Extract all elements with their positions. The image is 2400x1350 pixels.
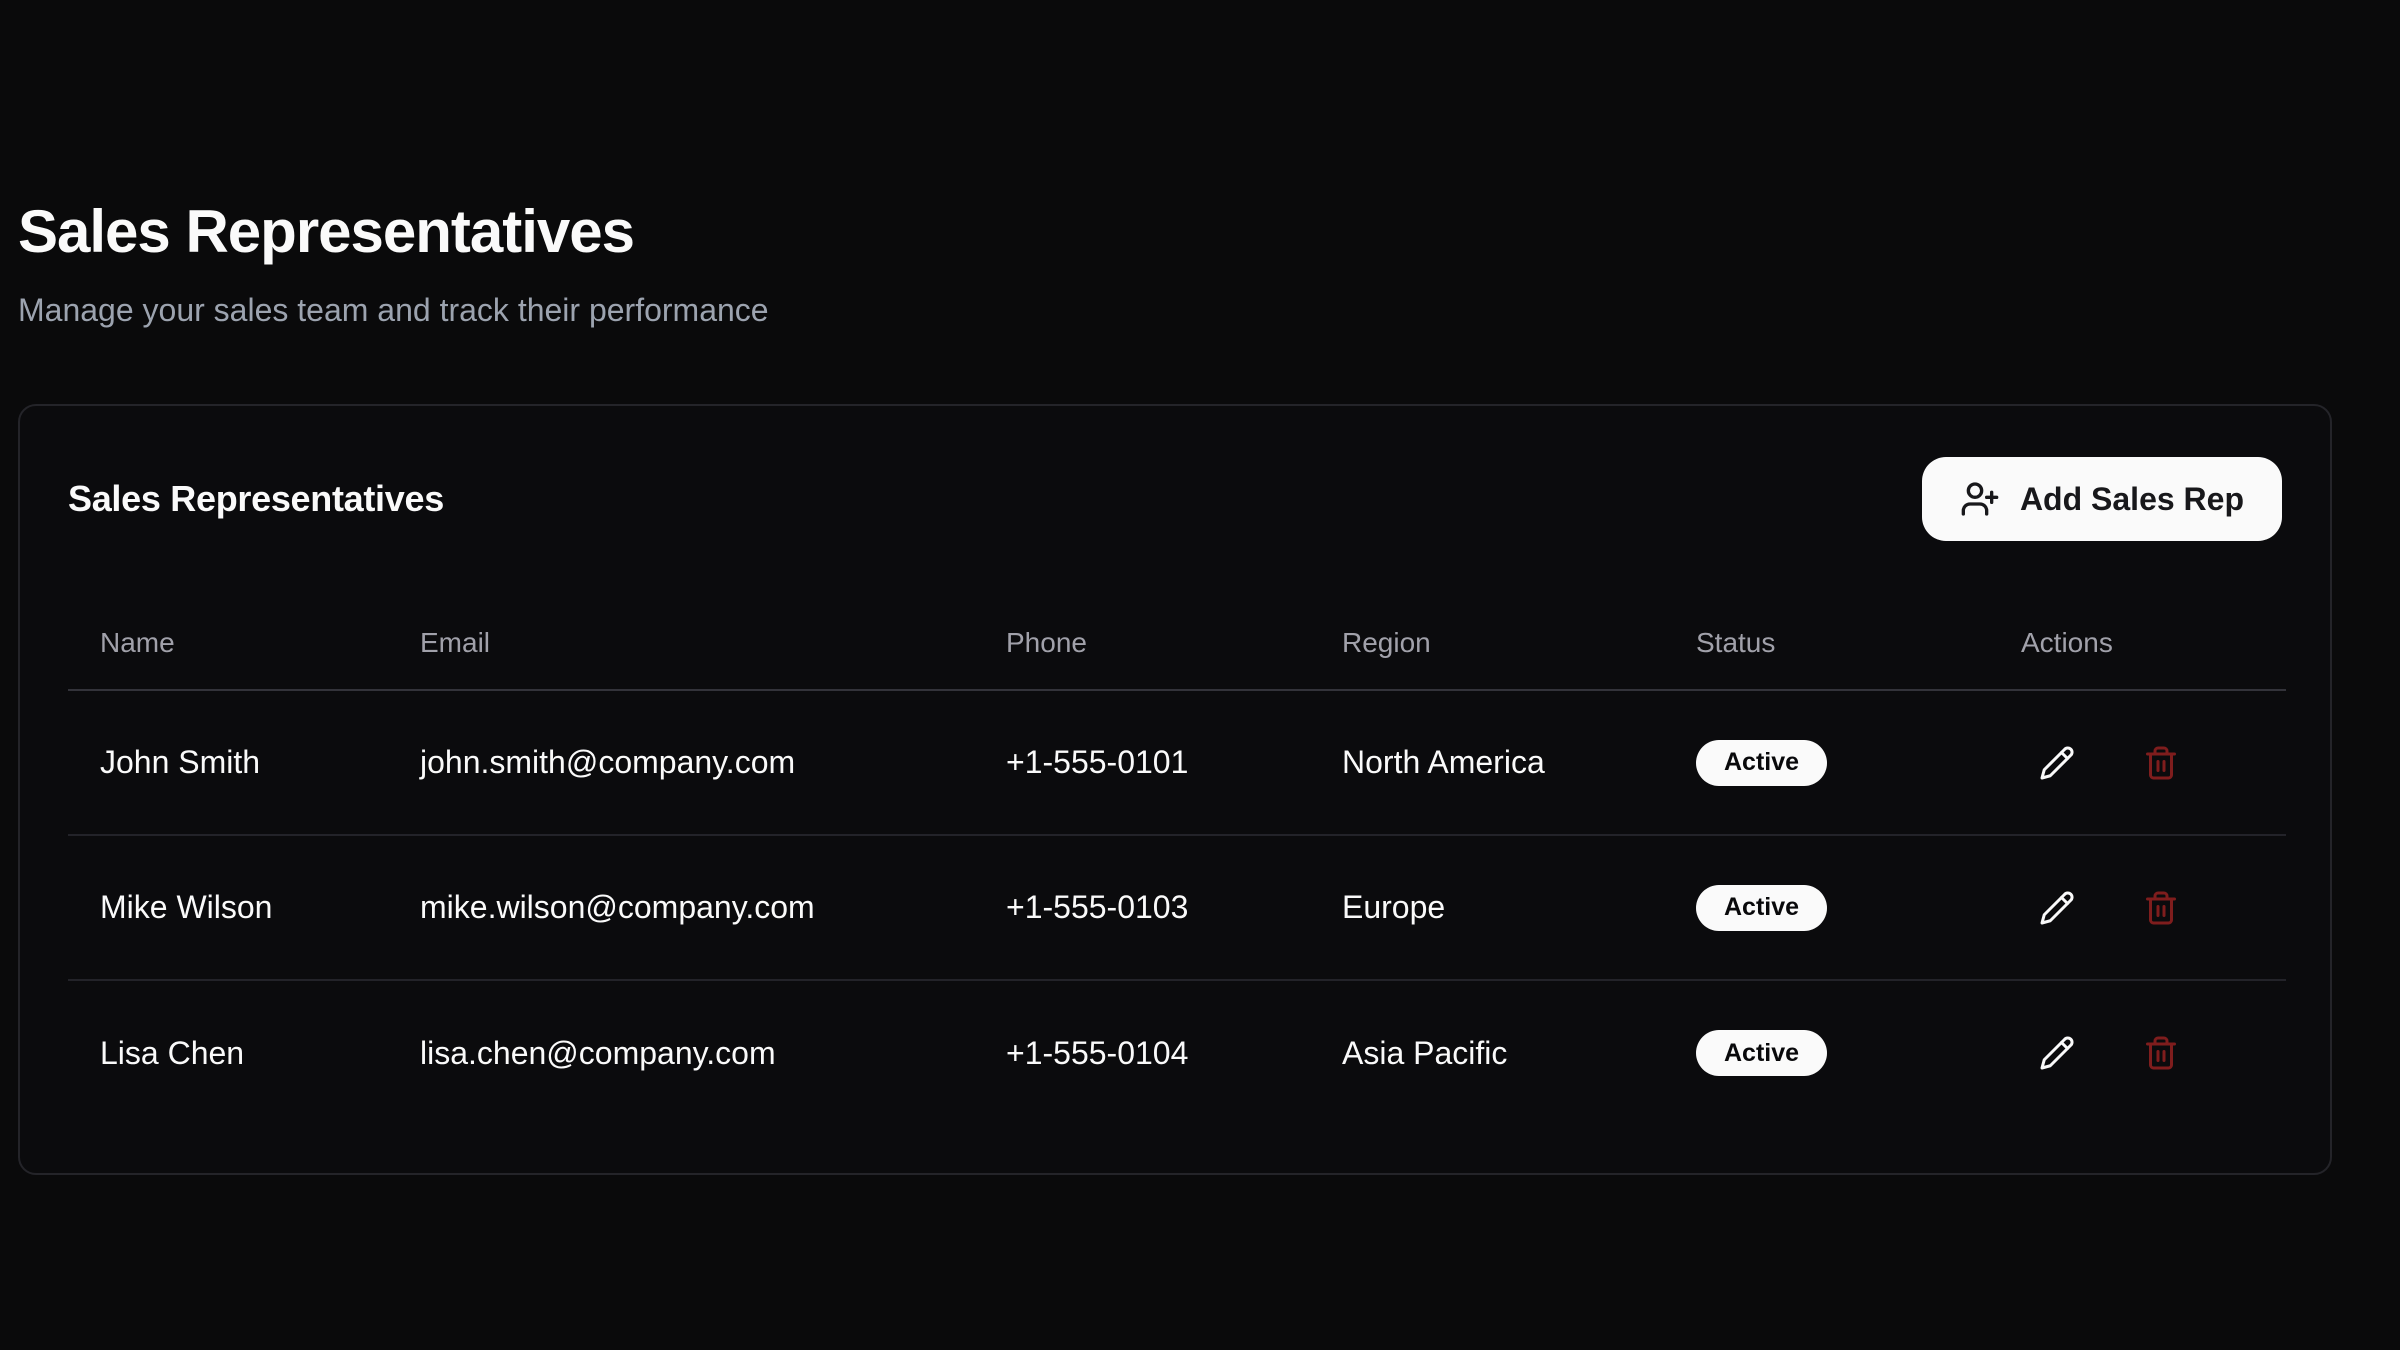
column-header-email: Email [388,544,974,690]
add-sales-rep-button-label: Add Sales Rep [2020,481,2244,518]
table-row: Lisa Chen lisa.chen@company.com +1-555-0… [68,980,2286,1125]
sales-reps-card: Sales Representatives Add Sales Rep [18,404,2332,1175]
cell-status: Active [1664,980,1989,1125]
column-header-region: Region [1310,544,1664,690]
cell-email: mike.wilson@company.com [388,835,974,980]
cell-phone: +1-555-0104 [974,980,1310,1125]
sales-reps-table: Name Email Phone Region Status Actions J… [68,544,2286,1125]
status-badge: Active [1696,740,1827,786]
column-header-phone: Phone [974,544,1310,690]
status-badge: Active [1696,885,1827,931]
cell-phone: +1-555-0101 [974,690,1310,835]
delete-button[interactable] [2125,727,2197,799]
pencil-icon [2039,745,2075,781]
column-header-name: Name [68,544,388,690]
page-subtitle: Manage your sales team and track their p… [18,288,2332,332]
edit-button[interactable] [2021,1017,2093,1089]
column-header-status: Status [1664,544,1989,690]
cell-actions [1989,980,2286,1125]
trash-icon [2143,1035,2179,1071]
pencil-icon [2039,1035,2075,1071]
card-header: Sales Representatives Add Sales Rep [68,454,2282,544]
column-header-actions: Actions [1989,544,2286,690]
pencil-icon [2039,890,2075,926]
edit-button[interactable] [2021,872,2093,944]
table-row: John Smith john.smith@company.com +1-555… [68,690,2286,835]
cell-region: Europe [1310,835,1664,980]
delete-button[interactable] [2125,1017,2197,1089]
cell-actions [1989,835,2286,980]
edit-button[interactable] [2021,727,2093,799]
card-title: Sales Representatives [68,478,444,520]
cell-status: Active [1664,690,1989,835]
table-header: Name Email Phone Region Status Actions [68,544,2286,690]
cell-phone: +1-555-0103 [974,835,1310,980]
cell-email: john.smith@company.com [388,690,974,835]
cell-email: lisa.chen@company.com [388,980,974,1125]
trash-icon [2143,745,2179,781]
trash-icon [2143,890,2179,926]
sales-reps-page: Sales Representatives Manage your sales … [0,0,2400,1175]
delete-button[interactable] [2125,872,2197,944]
cell-region: North America [1310,690,1664,835]
cell-name: Lisa Chen [68,980,388,1125]
cell-status: Active [1664,835,1989,980]
status-badge: Active [1696,1030,1827,1076]
cell-actions [1989,690,2286,835]
add-sales-rep-button[interactable]: Add Sales Rep [1922,457,2282,541]
cell-region: Asia Pacific [1310,980,1664,1125]
user-plus-icon [1960,479,2000,519]
table-row: Mike Wilson mike.wilson@company.com +1-5… [68,835,2286,980]
cell-name: Mike Wilson [68,835,388,980]
cell-name: John Smith [68,690,388,835]
page-title: Sales Representatives [18,196,2332,268]
